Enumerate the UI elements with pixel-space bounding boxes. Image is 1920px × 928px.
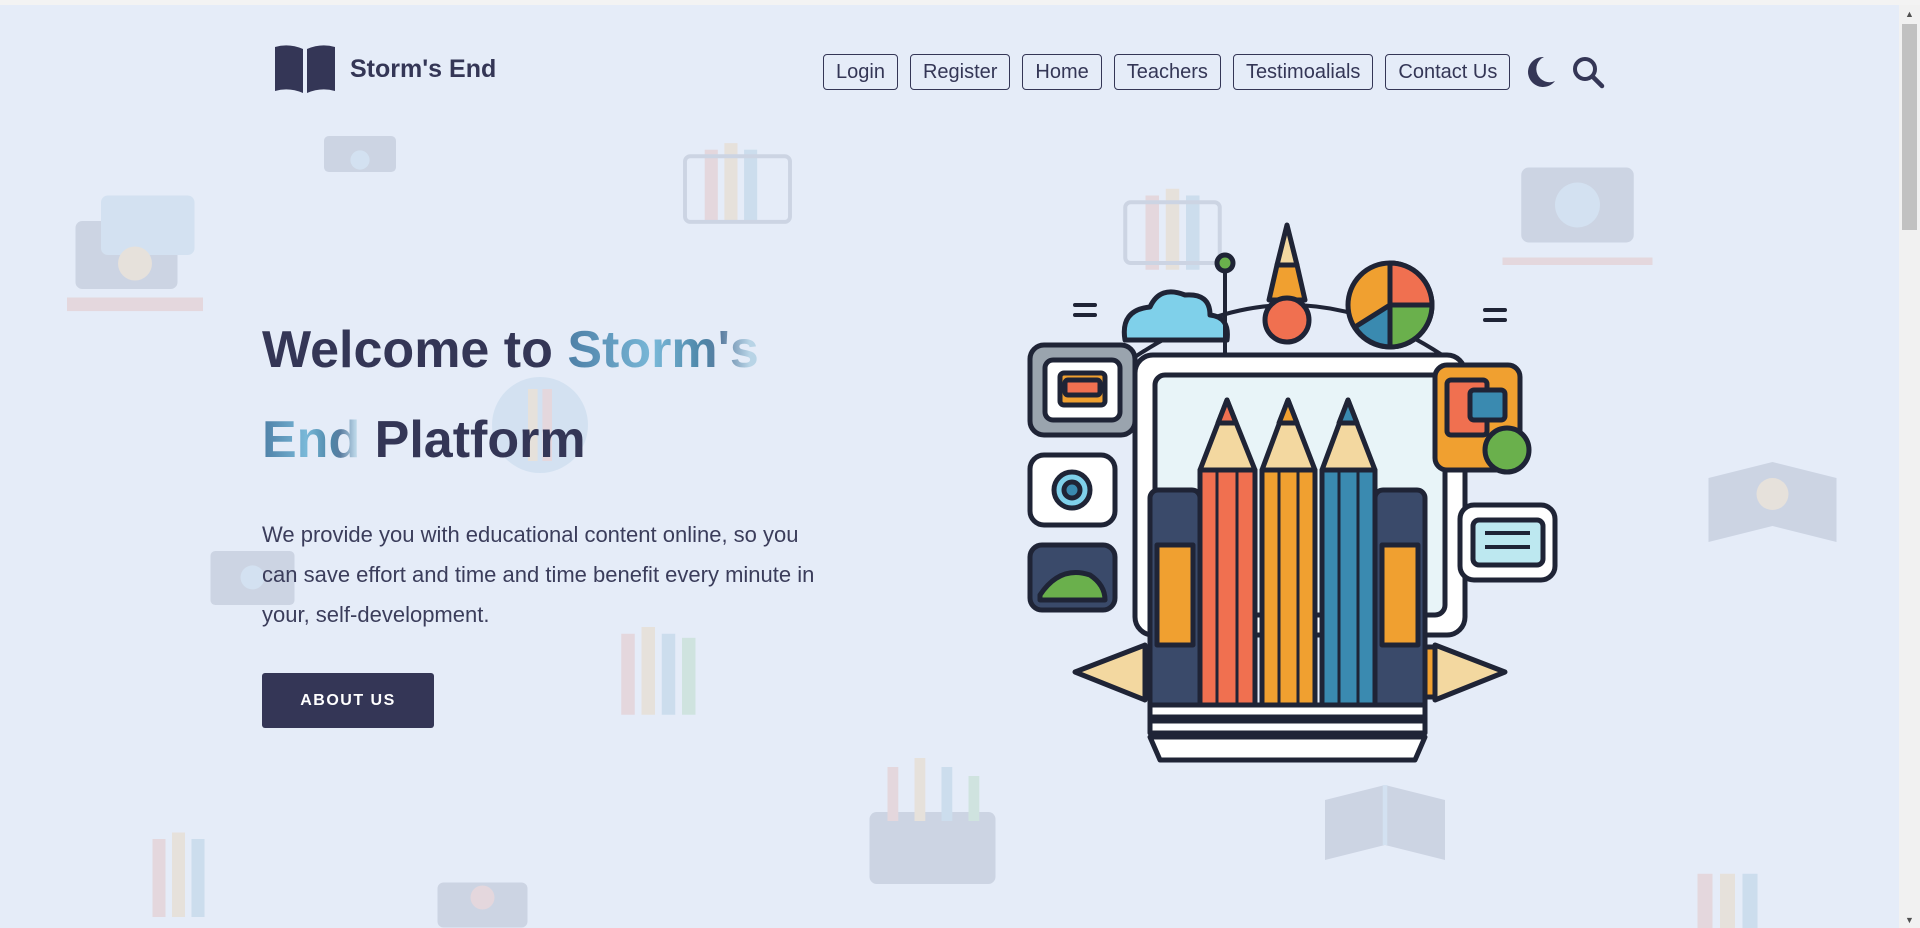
scroll-down-arrow-icon[interactable]: ▼	[1899, 911, 1920, 928]
background-doodle-icon	[840, 740, 1025, 920]
background-doodle-icon	[1660, 865, 1810, 928]
home-button[interactable]: Home	[1022, 54, 1102, 90]
hero-description: We provide you with educational content …	[262, 522, 815, 627]
search-icon[interactable]	[1570, 54, 1606, 90]
hero-title-prefix: Welcome to	[262, 321, 568, 379]
hero-title-suffix: Platform	[360, 411, 586, 469]
moon-icon[interactable]	[1522, 54, 1558, 90]
testimonials-button[interactable]: Testimoalials	[1232, 54, 1374, 90]
background-doodle-icon	[1690, 430, 1855, 590]
page-scrollbar[interactable]: ▲ ▼	[1899, 5, 1920, 928]
teachers-button[interactable]: Teachers	[1113, 54, 1221, 90]
hero-title-highlight: End	[262, 411, 361, 469]
open-book-icon	[275, 45, 335, 93]
pencils-education-illustration	[1027, 222, 1558, 763]
background-doodle-icon	[1305, 755, 1465, 905]
scroll-up-arrow-icon[interactable]: ▲	[1899, 5, 1920, 22]
main-nav: Login Register Home Teachers Testimoalia…	[823, 54, 1606, 90]
register-button[interactable]: Register	[909, 54, 1011, 90]
hero-title: Welcome to Storm's End Platform	[262, 305, 962, 485]
page: Storm's End Login Register Home Teachers…	[0, 5, 1899, 928]
login-button[interactable]: Login	[823, 54, 898, 90]
contact-us-button[interactable]: Contact Us	[1385, 54, 1511, 90]
brand-name: Storm's End	[350, 54, 497, 83]
background-doodle-icon	[400, 875, 565, 928]
scrollbar-thumb[interactable]	[1902, 24, 1917, 230]
background-doodle-icon	[290, 130, 430, 190]
brand-logo[interactable]: Storm's End	[272, 43, 496, 95]
browser-viewport: Storm's End Login Register Home Teachers…	[0, 0, 1920, 928]
background-doodle-icon	[115, 800, 255, 928]
background-doodle-icon	[40, 170, 230, 340]
about-us-button[interactable]: ABOUT US	[262, 673, 434, 728]
hero-title-highlight: Storm's	[567, 321, 759, 379]
background-doodle-icon	[670, 130, 805, 235]
